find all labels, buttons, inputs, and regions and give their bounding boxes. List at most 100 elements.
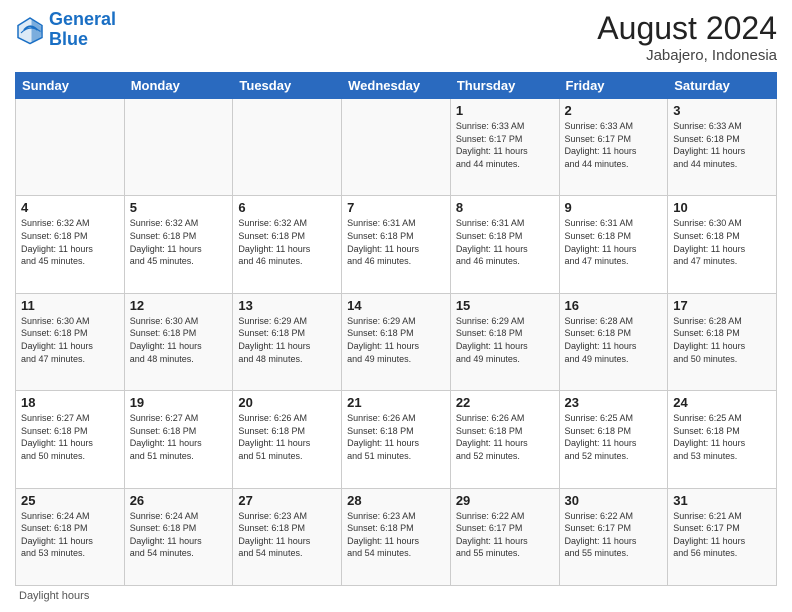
calendar-cell: 20 Sunrise: 6:26 AM Sunset: 6:18 PM Dayli… bbox=[233, 391, 342, 488]
day-info: Sunrise: 6:26 AM Sunset: 6:18 PM Dayligh… bbox=[238, 412, 336, 462]
day-info: Sunrise: 6:27 AM Sunset: 6:18 PM Dayligh… bbox=[130, 412, 228, 462]
logo: General Blue bbox=[15, 10, 116, 50]
day-number: 9 bbox=[565, 200, 663, 215]
day-info: Sunrise: 6:30 AM Sunset: 6:18 PM Dayligh… bbox=[673, 217, 771, 267]
day-info: Sunrise: 6:26 AM Sunset: 6:18 PM Dayligh… bbox=[456, 412, 554, 462]
day-info: Sunrise: 6:28 AM Sunset: 6:18 PM Dayligh… bbox=[565, 315, 663, 365]
footer-note: Daylight hours bbox=[15, 590, 777, 602]
day-info: Sunrise: 6:21 AM Sunset: 6:17 PM Dayligh… bbox=[673, 510, 771, 560]
calendar-cell: 2Sunrise: 6:33 AM Sunset: 6:17 PM Daylig… bbox=[559, 99, 668, 196]
calendar-cell bbox=[233, 99, 342, 196]
day-number: 11 bbox=[21, 298, 119, 313]
day-info: Sunrise: 6:32 AM Sunset: 6:18 PM Dayligh… bbox=[21, 217, 119, 267]
col-sunday: Sunday bbox=[16, 73, 125, 99]
col-friday: Friday bbox=[559, 73, 668, 99]
day-info: Sunrise: 6:33 AM Sunset: 6:18 PM Dayligh… bbox=[673, 120, 771, 170]
calendar-cell: 27 Sunrise: 6:23 AM Sunset: 6:18 PM Dayli… bbox=[233, 488, 342, 585]
calendar-cell: 6Sunrise: 6:32 AM Sunset: 6:18 PM Daylig… bbox=[233, 196, 342, 293]
day-number: 14 bbox=[347, 298, 445, 313]
calendar-cell: 19 Sunrise: 6:27 AM Sunset: 6:18 PM Dayli… bbox=[124, 391, 233, 488]
day-number: 26 bbox=[130, 493, 228, 508]
day-info: Sunrise: 6:22 AM Sunset: 6:17 PM Dayligh… bbox=[456, 510, 554, 560]
calendar-cell: 24 Sunrise: 6:25 AM Sunset: 6:18 PM Dayli… bbox=[668, 391, 777, 488]
calendar-cell: 25 Sunrise: 6:24 AM Sunset: 6:18 PM Dayli… bbox=[16, 488, 125, 585]
day-number: 1 bbox=[456, 103, 554, 118]
calendar-cell: 1 Sunrise: 6:33 AM Sunset: 6:17 PM Daylig… bbox=[450, 99, 559, 196]
day-number: 15 bbox=[456, 298, 554, 313]
calendar-cell: 14Sunrise: 6:29 AM Sunset: 6:18 PM Dayli… bbox=[342, 293, 451, 390]
calendar-cell: 28 Sunrise: 6:23 AM Sunset: 6:18 PM Dayli… bbox=[342, 488, 451, 585]
calendar-cell: 26Sunrise: 6:24 AM Sunset: 6:18 PM Dayli… bbox=[124, 488, 233, 585]
day-info: Sunrise: 6:27 AM Sunset: 6:18 PM Dayligh… bbox=[21, 412, 119, 462]
day-number: 31 bbox=[673, 493, 771, 508]
calendar-header-row: Sunday Monday Tuesday Wednesday Thursday… bbox=[16, 73, 777, 99]
col-thursday: Thursday bbox=[450, 73, 559, 99]
day-info: Sunrise: 6:31 AM Sunset: 6:18 PM Dayligh… bbox=[347, 217, 445, 267]
calendar-cell: 11 Sunrise: 6:30 AM Sunset: 6:18 PM Dayli… bbox=[16, 293, 125, 390]
calendar-cell bbox=[16, 99, 125, 196]
calendar-cell: 4Sunrise: 6:32 AM Sunset: 6:18 PM Daylig… bbox=[16, 196, 125, 293]
day-info: Sunrise: 6:24 AM Sunset: 6:18 PM Dayligh… bbox=[21, 510, 119, 560]
day-info: Sunrise: 6:26 AM Sunset: 6:18 PM Dayligh… bbox=[347, 412, 445, 462]
calendar-week-1: 1 Sunrise: 6:33 AM Sunset: 6:17 PM Daylig… bbox=[16, 99, 777, 196]
day-info: Sunrise: 6:31 AM Sunset: 6:18 PM Dayligh… bbox=[565, 217, 663, 267]
calendar-cell: 3 Sunrise: 6:33 AM Sunset: 6:18 PM Daylig… bbox=[668, 99, 777, 196]
day-number: 25 bbox=[21, 493, 119, 508]
col-tuesday: Tuesday bbox=[233, 73, 342, 99]
day-info: Sunrise: 6:32 AM Sunset: 6:18 PM Dayligh… bbox=[238, 217, 336, 267]
daylight-label: Daylight hours bbox=[19, 590, 89, 602]
calendar-cell: 8Sunrise: 6:31 AM Sunset: 6:18 PM Daylig… bbox=[450, 196, 559, 293]
day-number: 22 bbox=[456, 395, 554, 410]
day-number: 19 bbox=[130, 395, 228, 410]
day-info: Sunrise: 6:22 AM Sunset: 6:17 PM Dayligh… bbox=[565, 510, 663, 560]
calendar-cell bbox=[124, 99, 233, 196]
calendar-cell: 30 Sunrise: 6:22 AM Sunset: 6:17 PM Dayli… bbox=[559, 488, 668, 585]
day-number: 24 bbox=[673, 395, 771, 410]
calendar-week-4: 18 Sunrise: 6:27 AM Sunset: 6:18 PM Dayli… bbox=[16, 391, 777, 488]
title-block: August 2024 Jabajero, Indonesia bbox=[597, 10, 777, 64]
day-info: Sunrise: 6:30 AM Sunset: 6:18 PM Dayligh… bbox=[130, 315, 228, 365]
day-info: Sunrise: 6:25 AM Sunset: 6:18 PM Dayligh… bbox=[565, 412, 663, 462]
calendar-cell: 12Sunrise: 6:30 AM Sunset: 6:18 PM Dayli… bbox=[124, 293, 233, 390]
day-number: 10 bbox=[673, 200, 771, 215]
day-number: 20 bbox=[238, 395, 336, 410]
day-info: Sunrise: 6:33 AM Sunset: 6:17 PM Dayligh… bbox=[456, 120, 554, 170]
day-info: Sunrise: 6:30 AM Sunset: 6:18 PM Dayligh… bbox=[21, 315, 119, 365]
day-number: 18 bbox=[21, 395, 119, 410]
location: Jabajero, Indonesia bbox=[597, 47, 777, 64]
calendar-cell: 31 Sunrise: 6:21 AM Sunset: 6:17 PM Dayli… bbox=[668, 488, 777, 585]
calendar-cell: 22 Sunrise: 6:26 AM Sunset: 6:18 PM Dayli… bbox=[450, 391, 559, 488]
day-number: 17 bbox=[673, 298, 771, 313]
calendar-week-5: 25 Sunrise: 6:24 AM Sunset: 6:18 PM Dayli… bbox=[16, 488, 777, 585]
calendar-cell: 7Sunrise: 6:31 AM Sunset: 6:18 PM Daylig… bbox=[342, 196, 451, 293]
calendar-week-2: 4Sunrise: 6:32 AM Sunset: 6:18 PM Daylig… bbox=[16, 196, 777, 293]
calendar-cell: 13 Sunrise: 6:29 AM Sunset: 6:18 PM Dayli… bbox=[233, 293, 342, 390]
calendar-cell: 29 Sunrise: 6:22 AM Sunset: 6:17 PM Dayli… bbox=[450, 488, 559, 585]
col-monday: Monday bbox=[124, 73, 233, 99]
day-number: 30 bbox=[565, 493, 663, 508]
day-number: 29 bbox=[456, 493, 554, 508]
calendar-cell: 23Sunrise: 6:25 AM Sunset: 6:18 PM Dayli… bbox=[559, 391, 668, 488]
day-number: 28 bbox=[347, 493, 445, 508]
day-info: Sunrise: 6:23 AM Sunset: 6:18 PM Dayligh… bbox=[347, 510, 445, 560]
page: General Blue August 2024 Jabajero, Indon… bbox=[0, 0, 792, 612]
day-info: Sunrise: 6:29 AM Sunset: 6:18 PM Dayligh… bbox=[456, 315, 554, 365]
day-info: Sunrise: 6:29 AM Sunset: 6:18 PM Dayligh… bbox=[238, 315, 336, 365]
calendar-cell: 15 Sunrise: 6:29 AM Sunset: 6:18 PM Dayli… bbox=[450, 293, 559, 390]
day-info: Sunrise: 6:33 AM Sunset: 6:17 PM Dayligh… bbox=[565, 120, 663, 170]
calendar-cell: 17 Sunrise: 6:28 AM Sunset: 6:18 PM Dayli… bbox=[668, 293, 777, 390]
day-info: Sunrise: 6:31 AM Sunset: 6:18 PM Dayligh… bbox=[456, 217, 554, 267]
calendar-cell: 9 Sunrise: 6:31 AM Sunset: 6:18 PM Daylig… bbox=[559, 196, 668, 293]
calendar-table: Sunday Monday Tuesday Wednesday Thursday… bbox=[15, 72, 777, 586]
calendar-cell bbox=[342, 99, 451, 196]
logo-line2: Blue bbox=[49, 29, 88, 49]
day-number: 13 bbox=[238, 298, 336, 313]
day-info: Sunrise: 6:25 AM Sunset: 6:18 PM Dayligh… bbox=[673, 412, 771, 462]
day-number: 3 bbox=[673, 103, 771, 118]
day-info: Sunrise: 6:23 AM Sunset: 6:18 PM Dayligh… bbox=[238, 510, 336, 560]
day-number: 27 bbox=[238, 493, 336, 508]
day-info: Sunrise: 6:28 AM Sunset: 6:18 PM Dayligh… bbox=[673, 315, 771, 365]
day-number: 21 bbox=[347, 395, 445, 410]
calendar-cell: 5Sunrise: 6:32 AM Sunset: 6:18 PM Daylig… bbox=[124, 196, 233, 293]
logo-icon bbox=[15, 15, 45, 45]
